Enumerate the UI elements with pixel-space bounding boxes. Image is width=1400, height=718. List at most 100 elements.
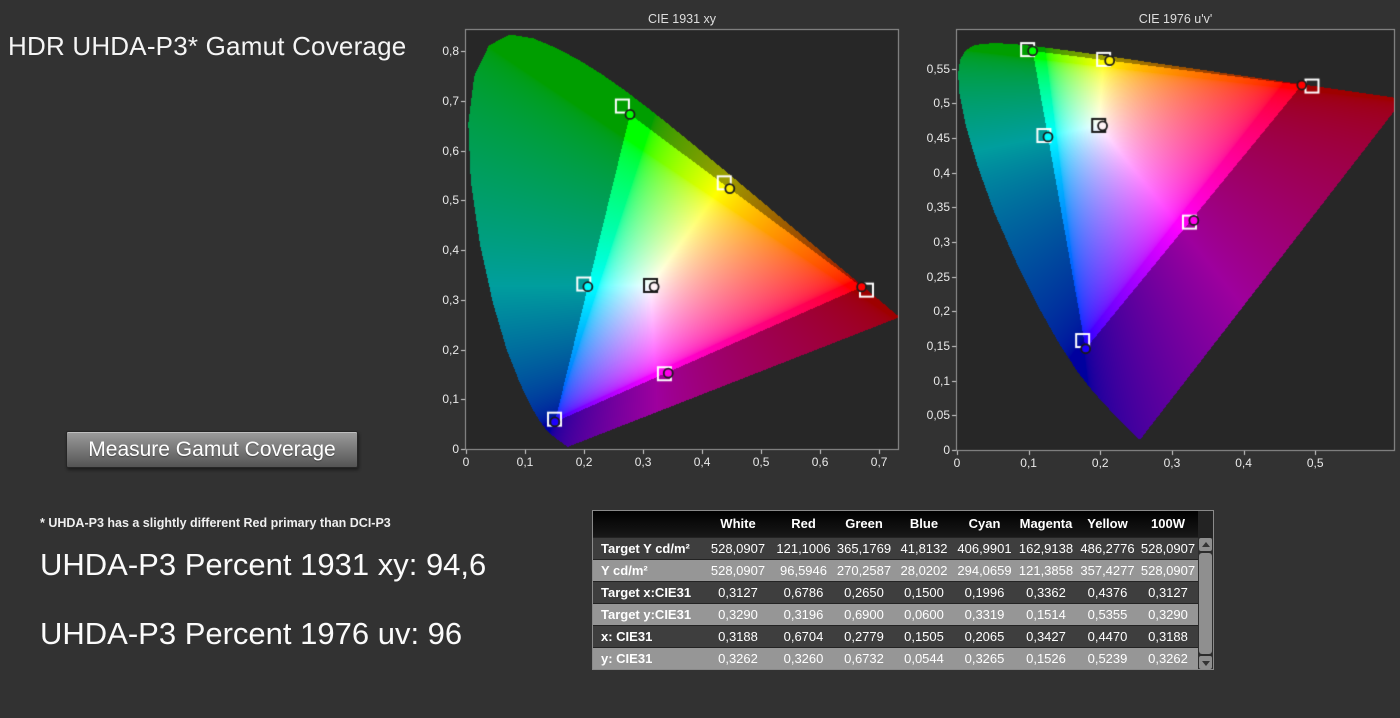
- y-tick-label: 0,45: [926, 131, 950, 146]
- scroll-thumb[interactable]: [1199, 553, 1212, 654]
- table-cell: 0,1500: [904, 585, 944, 600]
- table-cell: 0,3260: [783, 651, 824, 666]
- table-cell: 528,0907: [1140, 541, 1196, 556]
- table-cell: 0,3362: [1026, 585, 1066, 600]
- y-tick-label: 0,55: [926, 61, 950, 76]
- table-cell: 0,5239: [1087, 651, 1128, 666]
- x-tick-label: 0: [462, 455, 470, 469]
- column-header: Blue: [909, 516, 939, 531]
- table-row: Target y:CIE31 0,3290 0,3196 0,6900 0,0600 0,…: [593, 604, 1198, 625]
- measure-gamut-coverage-button[interactable]: Measure Gamut Coverage: [66, 431, 358, 468]
- x-tick-label: 0,3: [1163, 456, 1181, 470]
- table-cell: 270,2587: [836, 563, 892, 578]
- x-tick-label: 0,3: [634, 455, 652, 469]
- y-tick-label: 0,3: [442, 292, 459, 307]
- scroll-up-button[interactable]: [1199, 538, 1212, 551]
- table-cell: 0,2065: [964, 629, 1005, 644]
- cie-1931-chart: CIE 1931 xy 0 0,1 0,2 0,3 0,4 0,5 0,6 0,7 0 0,1 0,…: [421, 12, 901, 475]
- x-tick-label: 0,6: [811, 455, 829, 469]
- scroll-down-icon: [1202, 661, 1210, 666]
- table-cell: 0,4470: [1087, 629, 1128, 644]
- table-cell: 365,1769: [836, 541, 892, 556]
- y-tick-label: 0,4: [933, 165, 950, 180]
- table-cell: 528,0907: [710, 563, 766, 578]
- y-tick-label: 0,4: [442, 243, 459, 258]
- table-cell: 0,3262: [718, 651, 758, 666]
- table-cell: 0,0544: [904, 651, 944, 666]
- y-tick-label: 0,5: [442, 193, 459, 208]
- table-cell: 0,6704: [783, 629, 824, 644]
- table-cell: 0,3127: [718, 585, 758, 600]
- table-cell: 0,3290: [718, 607, 758, 622]
- cie-1931-canvas: [421, 28, 901, 474]
- row-label: Target y:CIE31: [601, 607, 692, 622]
- table-cell: 41,8132: [900, 541, 948, 556]
- table-cell: 121,3858: [1018, 563, 1074, 578]
- row-label: y: CIE31: [601, 651, 653, 666]
- table-cell: 0,3265: [964, 651, 1005, 666]
- row-label: x: CIE31: [601, 629, 653, 644]
- scroll-up-icon: [1202, 542, 1210, 547]
- column-header: 100W: [1151, 516, 1185, 531]
- table-cell: 28,0202: [900, 563, 948, 578]
- table-cell: 0,2779: [844, 629, 884, 644]
- x-tick-label: 0,5: [1306, 456, 1324, 470]
- table-cell: 0,3127: [1148, 585, 1188, 600]
- y-tick-label: 0: [452, 442, 459, 456]
- table-cell: 0,0600: [904, 607, 944, 622]
- column-header: Red: [791, 516, 816, 531]
- table-scrollbar[interactable]: [1198, 538, 1213, 669]
- scroll-down-button[interactable]: [1199, 656, 1212, 669]
- table-cell: 528,0907: [1140, 563, 1196, 578]
- results-table-grid: White Red Green Blue Cyan Magenta Yellow 100W Ta…: [593, 511, 1198, 669]
- x-tick-label: 0,2: [1091, 456, 1109, 470]
- table-cell: 0,5355: [1087, 607, 1128, 622]
- table-cell: 528,0907: [710, 541, 766, 556]
- cie-1931-chart-title: CIE 1931 xy: [647, 12, 717, 26]
- y-tick-label: 0,1: [933, 373, 950, 388]
- table-cell: 121,1006: [776, 541, 831, 556]
- x-tick-label: 0: [953, 456, 961, 470]
- x-tick-label: 0,1: [1020, 456, 1037, 470]
- y-tick-label: 0,25: [926, 269, 950, 284]
- x-tick-label: 0,4: [1235, 456, 1252, 470]
- table-row: Y cd/m² 528,0907 96,5946 270,2587 28,0202 294…: [593, 560, 1198, 581]
- column-header: Magenta: [1019, 516, 1073, 531]
- table-cell: 0,1996: [964, 585, 1005, 600]
- table-cell: 0,3427: [1026, 629, 1066, 644]
- table-row: Target Y cd/m² 528,0907 121,1006 365,1769 41…: [593, 538, 1198, 559]
- table-cell: 0,2650: [844, 585, 884, 600]
- table-cell: 0,3319: [964, 607, 1005, 622]
- column-header: Yellow: [1087, 516, 1128, 531]
- footnote: * UHDA-P3 has a slightly different Red p…: [40, 516, 391, 530]
- y-tick-label: 0,3: [933, 235, 950, 250]
- percent-1931-text: UHDA-P3 Percent 1931 xy: 94,6: [40, 547, 487, 582]
- y-tick-label: 0: [943, 443, 950, 457]
- table-cell: 357,4277: [1080, 563, 1135, 578]
- x-tick-label: 0,2: [575, 455, 593, 469]
- column-header: White: [720, 516, 756, 531]
- table-cell: 0,6786: [783, 585, 824, 600]
- cie-1976-canvas: [912, 28, 1397, 475]
- y-tick-label: 0,8: [442, 44, 459, 59]
- y-tick-label: 0,6: [442, 143, 459, 158]
- page-title: HDR UHDA-P3* Gamut Coverage: [8, 31, 407, 61]
- y-tick-label: 0,5: [933, 96, 950, 111]
- x-tick-label: 0,4: [693, 455, 711, 469]
- table-row: y: CIE31 0,3262 0,3260 0,6732 0,0544 0,3265 0,…: [593, 648, 1198, 669]
- table-cell: 486,2776: [1080, 541, 1135, 556]
- y-tick-label: 0,1: [442, 392, 459, 407]
- y-tick-label: 0,7: [442, 94, 459, 109]
- x-tick-label: 0,7: [870, 455, 888, 469]
- row-label: Y cd/m²: [601, 563, 648, 578]
- table-row: x: CIE31 0,3188 0,6704 0,2779 0,1505 0,2065 0,…: [593, 626, 1198, 647]
- table-cell: 162,9138: [1018, 541, 1074, 556]
- cie-1976-chart: CIE 1976 u'v' 0 0,1 0,2 0,3 0,4 0,5 0 0,05 0,1 0,…: [912, 12, 1397, 476]
- table-cell: 0,3196: [783, 607, 824, 622]
- y-tick-label: 0,2: [442, 342, 459, 357]
- table-cell: 294,0659: [957, 563, 1012, 578]
- table-cell: 0,6732: [844, 651, 884, 666]
- table-cell: 0,3290: [1148, 607, 1188, 622]
- y-tick-label: 0,35: [926, 200, 950, 215]
- x-tick-label: 0,5: [752, 455, 770, 469]
